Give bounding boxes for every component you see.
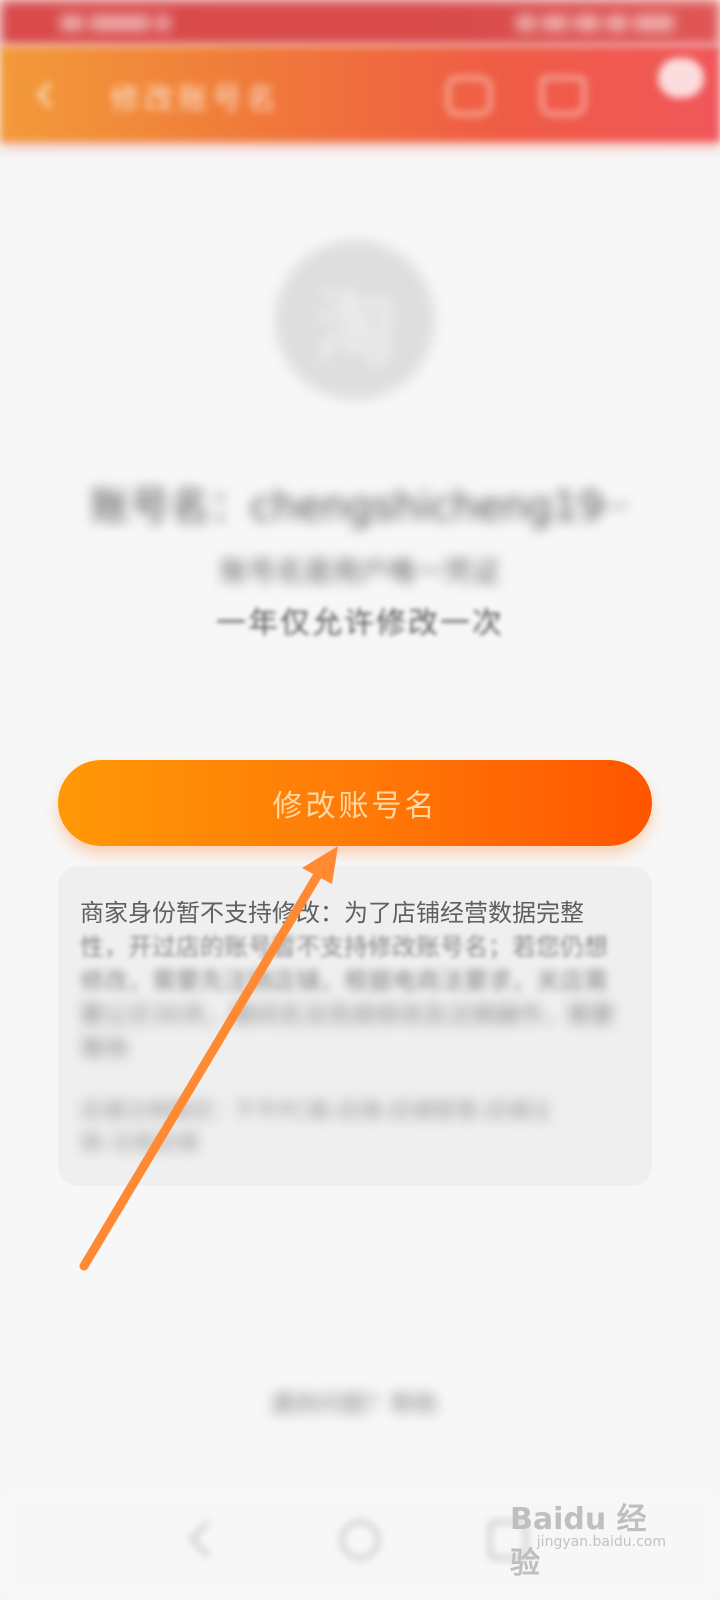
notice-subline: 店铺注销路径：千牛PC端-店铺-店铺管理-店铺注 xyxy=(80,1099,551,1124)
help-link[interactable]: 遇到问题？帮助 xyxy=(270,1384,450,1424)
status-left-indicators xyxy=(60,12,190,32)
account-name: 账号名：chengshicheng19·· xyxy=(90,484,630,530)
avatar: 淘 xyxy=(275,240,435,400)
modify-account-name-button[interactable]: 修改账号名 xyxy=(58,760,652,846)
watermark-url: jingyan.baidu.com xyxy=(536,1534,666,1550)
notice-line: 要公示30天，期间无法完成修改及注销操作，需要 xyxy=(80,1001,615,1029)
chat-icon[interactable] xyxy=(658,58,704,98)
status-bar xyxy=(0,0,720,46)
back-icon[interactable] xyxy=(36,82,66,106)
notice-line: 性，开过店的账号暂不支持修改账号名；若您仍想 xyxy=(80,933,608,961)
baidu-watermark: Baidu 经验 jingyan.baidu.com xyxy=(510,1494,670,1581)
notice-line: 修改，需要先注销店铺，根据电商法要求，关店需 xyxy=(80,967,608,995)
app-header: 修改账号名 xyxy=(0,46,720,142)
share-icon[interactable] xyxy=(446,76,492,116)
home-icon[interactable] xyxy=(540,76,586,116)
notice-line: 等待 xyxy=(80,1035,128,1063)
modify-limit-note: 一年仅允许修改一次 xyxy=(216,606,504,641)
notice-subtext: 店铺注销路径：千牛PC端-店铺-店铺管理-店铺注 销-注销店铺 xyxy=(80,1096,630,1160)
account-subtitle: 账号名是用户唯一凭证 xyxy=(219,555,500,588)
nav-home-icon[interactable] xyxy=(340,1520,380,1560)
merchant-notice-text: 商家身份暂不支持修改：为了店铺经营数据完整 性，开过店的账号暂不支持修改账号名；… xyxy=(80,896,630,1066)
status-right-indicators xyxy=(444,12,674,32)
notice-subline: 销-注销店铺 xyxy=(80,1131,198,1156)
notice-line: 商家身份暂不支持修改：为了店铺经营数据完整 xyxy=(80,899,584,927)
page-title: 修改账号名 xyxy=(110,82,280,117)
merchant-notice-card: 商家身份暂不支持修改：为了店铺经营数据完整 性，开过店的账号暂不支持修改账号名；… xyxy=(58,866,652,1186)
nav-back-icon[interactable] xyxy=(186,1520,226,1560)
